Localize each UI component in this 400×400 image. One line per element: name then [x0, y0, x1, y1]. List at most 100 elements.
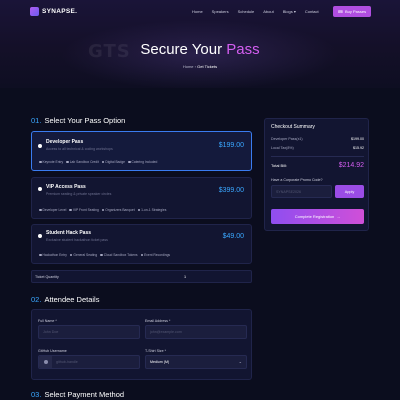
section-label: Select Your Pass Option	[44, 116, 126, 125]
checkout-summary: Checkout Summary Developer Pass(x1) $199…	[264, 118, 369, 231]
nav-link-schedule[interactable]: Schedule	[238, 9, 255, 14]
pass-card-developer[interactable]: Developer Pass Access to all technical &…	[31, 131, 252, 171]
complete-registration-button[interactable]: Complete Registration →	[271, 209, 364, 224]
github-placeholder: github-handle	[56, 360, 78, 364]
feature-item: Keynote Entry	[39, 160, 63, 164]
summary-title: Checkout Summary	[271, 124, 315, 130]
page-title-accent: Pass	[226, 41, 260, 58]
feature-label: Catering Included	[131, 160, 158, 164]
check-circle-icon	[140, 253, 144, 257]
feature-label: Hackathon Entry	[42, 253, 67, 257]
check-circle-icon	[128, 160, 131, 164]
pass-price: $399.00	[218, 187, 244, 194]
feature-label: Lab Sandbox Credit	[69, 160, 99, 164]
total-value: $214.92	[338, 162, 364, 169]
section-number: 03.	[31, 390, 42, 399]
breadcrumb: Home › Get Tickets	[0, 64, 400, 69]
feature-label: Developer Level	[42, 208, 67, 212]
tshirt-label: T-Shirt Size *	[145, 349, 166, 353]
github-field[interactable]: github-handle	[38, 355, 140, 369]
full-name-field[interactable]: John Doe	[38, 325, 140, 339]
summary-row-value: $199.00	[351, 137, 364, 141]
feature-label: Cloud Sandbox Tokens	[103, 253, 138, 257]
check-circle-icon	[100, 253, 103, 257]
buy-passes-label: Buy Passes	[344, 9, 367, 14]
nav-link-home[interactable]: Home	[192, 9, 203, 14]
github-label: GitHub Username	[38, 349, 67, 353]
check-circle-icon	[101, 160, 105, 164]
check-circle-icon	[39, 253, 42, 257]
page-title: Secure Your Pass	[0, 41, 400, 58]
ticket-quantity-row: Ticket Quantity 1	[31, 270, 252, 283]
pass-name: Student Hack Pass	[46, 230, 92, 236]
email-field[interactable]: john@example.com	[145, 325, 247, 339]
check-circle-icon	[69, 253, 73, 257]
arrow-right-icon: →	[336, 214, 341, 219]
feature-item: Developer Level	[39, 208, 66, 212]
summary-row-tax: Local Tax(8%) $15.92	[271, 146, 364, 150]
hero-banner: GTS SYNAPSE. Home Speakers Schedule Abou…	[0, 0, 400, 88]
chevron-down-icon: ⌄	[238, 359, 242, 364]
github-icon	[43, 360, 48, 364]
pass-card-vip[interactable]: VIP Access Pass Premium seating & privat…	[31, 177, 252, 219]
nav-link-contact[interactable]: Contact	[305, 9, 319, 14]
check-circle-icon	[39, 160, 42, 164]
breadcrumb-home[interactable]: Home	[183, 64, 194, 69]
pass-name: Developer Pass	[46, 139, 84, 145]
section-number: 02.	[31, 295, 42, 304]
logo[interactable]: SYNAPSE.	[30, 7, 77, 16]
pass-price: $199.00	[218, 142, 244, 149]
feature-item: Organizers Banquet	[101, 208, 135, 212]
summary-row-value: $15.92	[353, 146, 364, 150]
pass-card-student[interactable]: Student Hack Pass Exclusive student hack…	[31, 224, 252, 264]
feature-label: General Seating	[73, 253, 98, 257]
summary-row-pass: Developer Pass(x1) $199.00	[271, 137, 364, 141]
feature-item: 1-on-1 Strategies	[137, 208, 166, 212]
check-circle-icon	[101, 208, 105, 212]
promo-code-input[interactable]: SYNAPSE2026	[271, 185, 332, 198]
check-circle-icon	[66, 160, 69, 164]
summary-total: Total Bill: $214.92	[271, 162, 364, 169]
pass-price: $49.00	[222, 233, 244, 240]
github-prefix	[39, 356, 52, 368]
nav-link-speakers[interactable]: Speakers	[212, 9, 229, 14]
buy-passes-button[interactable]: 🎟 Buy Passes	[333, 6, 371, 17]
email-label: Email Address *	[145, 319, 171, 323]
tshirt-select[interactable]: Medium (M) ⌄	[145, 355, 247, 369]
section-number: 01.	[31, 116, 42, 125]
pass-name: VIP Access Pass	[46, 184, 86, 190]
feature-label: Keynote Entry	[42, 160, 64, 164]
radio-icon[interactable]	[38, 187, 42, 191]
feature-item: VIP Front Seating	[69, 208, 99, 212]
summary-row-label: Local Tax(8%)	[271, 146, 294, 150]
radio-icon[interactable]	[38, 234, 42, 238]
pass-features: Keynote Entry Lab Sandbox Credit Digital…	[39, 160, 157, 164]
nav-link-blogs[interactable]: Blogs ▾	[283, 9, 296, 14]
page-title-main: Secure Your	[140, 41, 227, 58]
feature-label: Organizers Banquet	[105, 208, 135, 212]
section-title-attendee: 02. Attendee Details	[31, 295, 99, 304]
breadcrumb-current: Get Tickets	[197, 64, 218, 69]
radio-selected-icon[interactable]	[38, 144, 42, 148]
section-label: Attendee Details	[44, 295, 100, 304]
apply-button[interactable]: Apply	[335, 185, 364, 198]
pass-features: Developer Level VIP Front Seating Organi…	[39, 208, 166, 212]
ticket-quantity-input[interactable]: 1	[184, 275, 186, 279]
feature-item: Catering Included	[128, 160, 157, 164]
section-title-payment: 03. Select Payment Method	[31, 390, 124, 399]
total-label: Total Bill:	[271, 163, 288, 168]
summary-row-label: Developer Pass(x1)	[271, 137, 303, 141]
chevron-down-icon: ▾	[292, 9, 296, 14]
nav-links: Home Speakers Schedule About Blogs ▾ Con…	[192, 9, 319, 14]
nav-link-about[interactable]: About	[263, 9, 273, 14]
feature-item: Event Recordings	[140, 253, 170, 257]
pass-description: Premium seating & private speaker circle…	[46, 192, 112, 196]
logo-icon	[30, 7, 39, 16]
feature-label: VIP Front Seating	[72, 208, 99, 212]
feature-item: Digital Badge	[101, 160, 125, 164]
top-nav: SYNAPSE. Home Speakers Schedule About Bl…	[0, 0, 400, 24]
tshirt-value: Medium (M)	[150, 360, 170, 364]
pass-description: Exclusive student hackathon ticket pass	[46, 238, 108, 242]
check-circle-icon	[69, 208, 72, 212]
feature-label: Digital Badge	[105, 160, 125, 164]
